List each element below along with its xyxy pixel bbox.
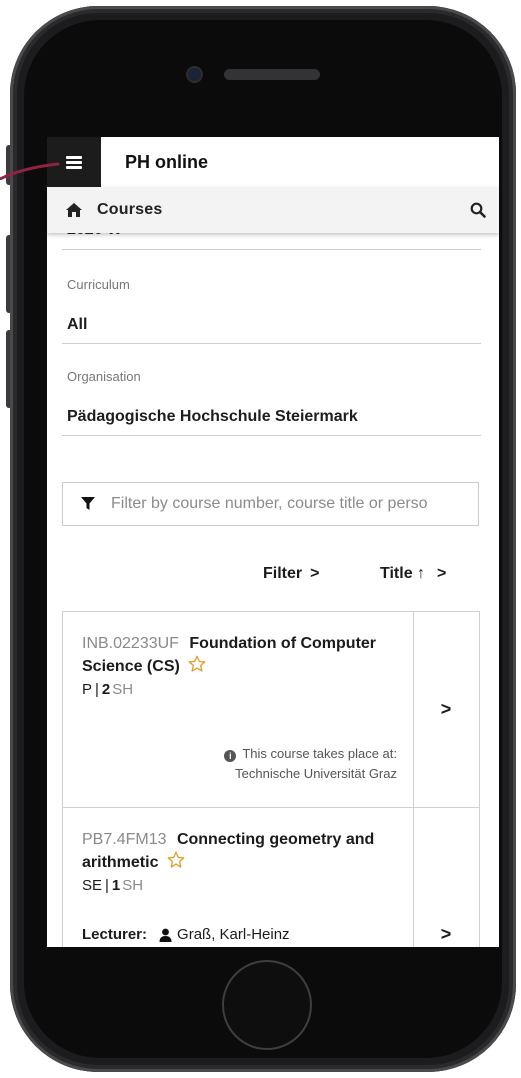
filter-placeholder: Filter by course number, course title or…	[111, 495, 428, 512]
chevron-right-icon[interactable]: >	[413, 808, 479, 947]
divider	[62, 249, 481, 250]
course-number: INB.02233UF	[82, 635, 179, 652]
sort-by-title[interactable]: Title ↑ >	[380, 565, 446, 583]
funnel-icon	[81, 497, 95, 511]
breadcrumb-bar: Courses	[47, 187, 499, 233]
course-sh: 2	[101, 681, 111, 698]
favorite-star-icon[interactable]	[188, 655, 206, 673]
course-card-body: PB7.4FM13 Connecting geometry and arithm…	[63, 808, 414, 947]
course-type: SE	[82, 877, 103, 894]
organisation-label: Organisation	[67, 369, 141, 384]
info-icon: i	[224, 750, 237, 762]
lecturer-line: Lecturer: Graß, Karl-Heinz	[82, 926, 290, 943]
chevron-right-icon: >	[310, 565, 320, 582]
notice-text: This course takes place at:	[242, 746, 397, 761]
filter-input[interactable]: Filter by course number, course title or…	[62, 482, 479, 526]
course-card[interactable]: INB.02233UF Foundation of Computer Scien…	[63, 612, 479, 808]
phone-mockup: PH online Courses 2020 W Curriculum All	[0, 0, 521, 1078]
course-title-line: INB.02233UF Foundation of Computer Scien…	[82, 632, 397, 678]
divider	[62, 343, 481, 344]
hamburger-icon	[66, 155, 82, 169]
course-meta: SE | 1 SH	[82, 877, 144, 894]
content-area: 2020 W Curriculum All Organisation Pädag…	[47, 221, 499, 947]
front-camera	[188, 68, 201, 81]
curriculum-value[interactable]: All	[67, 316, 87, 334]
sort-label: Title ↑	[380, 565, 426, 582]
earpiece-speaker	[224, 69, 320, 80]
breadcrumb-label: Courses	[97, 201, 163, 218]
home-icon[interactable]	[65, 202, 83, 218]
course-type: P	[82, 681, 93, 698]
search-icon[interactable]	[469, 201, 487, 219]
app-header: PH online	[47, 137, 499, 187]
pointer-annotation-line	[0, 162, 60, 180]
divider	[62, 435, 481, 436]
notice-location: Technische Universität Graz	[235, 766, 397, 781]
app-screen: PH online Courses 2020 W Curriculum All	[47, 137, 499, 947]
chevron-right-icon: >	[437, 565, 447, 582]
course-location-notice: i This course takes place at: Technische …	[157, 744, 397, 784]
organisation-value[interactable]: Pädagogische Hochschule Steiermark	[67, 408, 358, 426]
course-sh-unit: SH	[122, 877, 144, 894]
course-list: INB.02233UF Foundation of Computer Scien…	[62, 611, 480, 947]
app-title: PH online	[125, 151, 209, 172]
lecturer-name[interactable]: Graß, Karl-Heinz	[177, 926, 290, 943]
home-hardware-button	[222, 960, 312, 1050]
favorite-star-icon[interactable]	[167, 851, 185, 869]
filter-toggle[interactable]: Filter >	[263, 565, 319, 583]
person-icon	[159, 928, 172, 942]
course-sh-unit: SH	[112, 681, 134, 698]
chevron-right-icon[interactable]: >	[413, 612, 479, 807]
course-title-line: PB7.4FM13 Connecting geometry and arithm…	[82, 828, 397, 874]
filter-toggle-label: Filter	[263, 565, 303, 582]
course-number: PB7.4FM13	[82, 831, 167, 848]
course-meta: P | 2 SH	[82, 681, 134, 698]
curriculum-label: Curriculum	[67, 277, 130, 292]
course-sh: 1	[111, 877, 121, 894]
lecturer-label: Lecturer:	[82, 926, 148, 943]
course-card[interactable]: PB7.4FM13 Connecting geometry and arithm…	[63, 808, 479, 947]
course-card-body: INB.02233UF Foundation of Computer Scien…	[63, 612, 414, 807]
